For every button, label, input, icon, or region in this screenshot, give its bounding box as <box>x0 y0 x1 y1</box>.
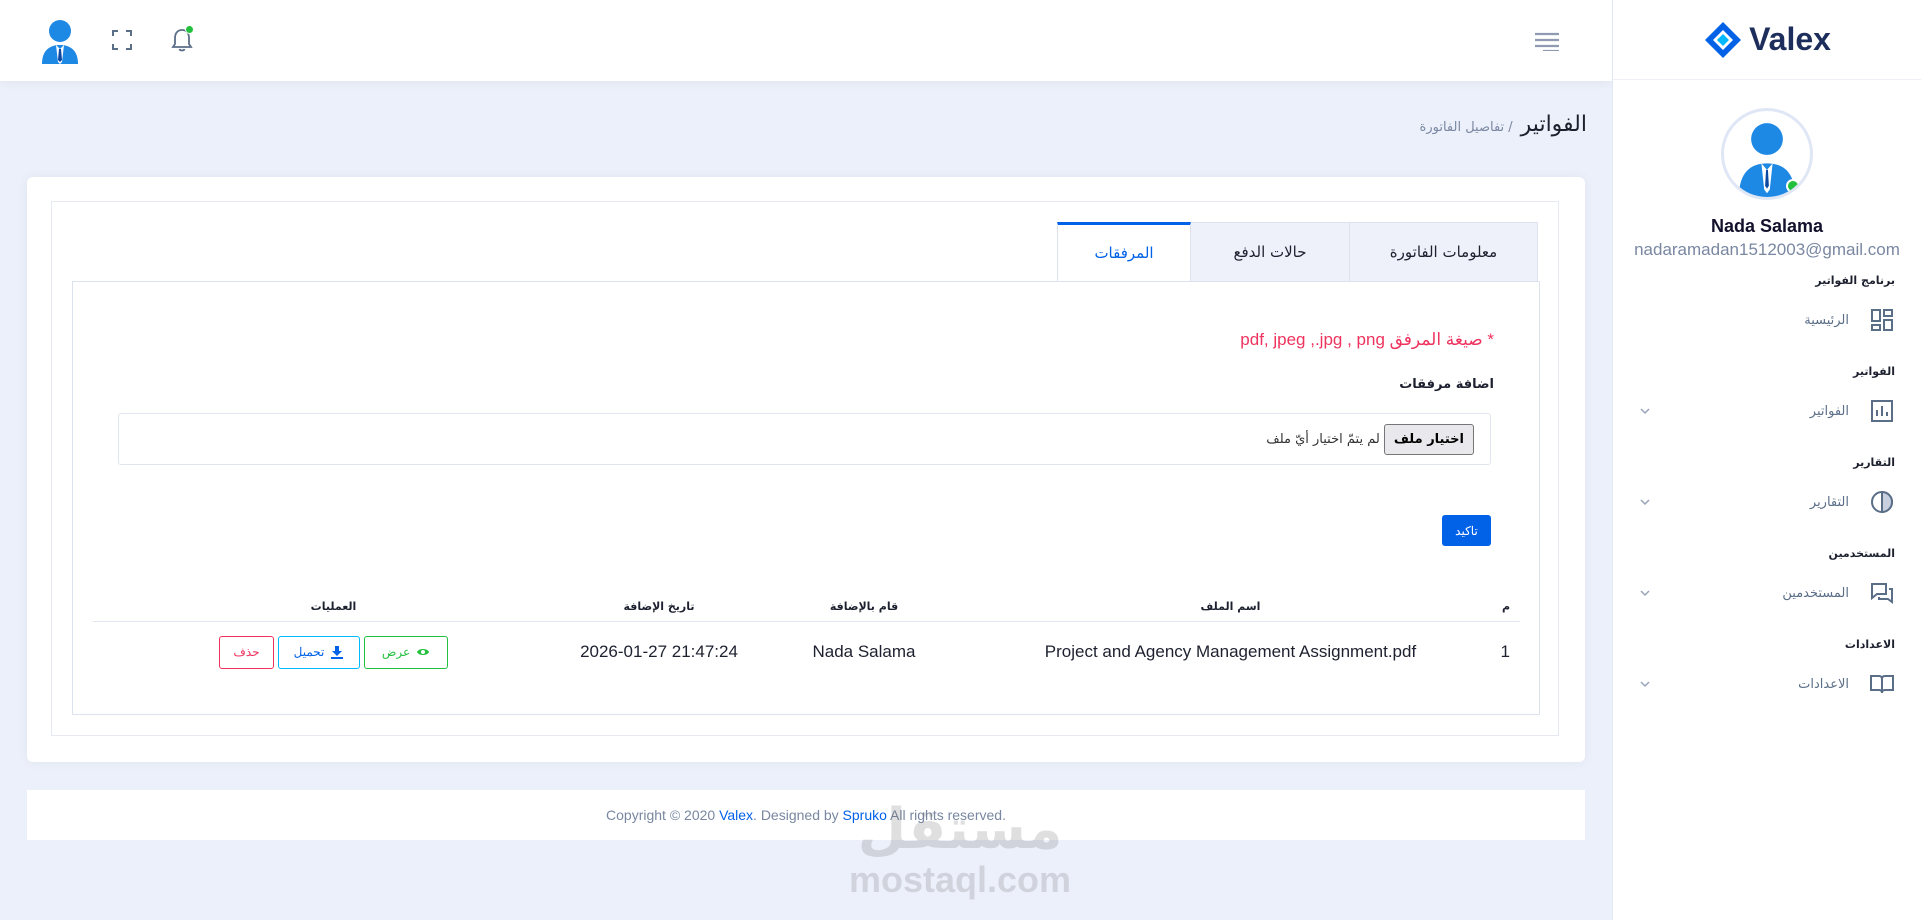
breadcrumb-current: / تفاصيل الفاتورة <box>1419 120 1513 135</box>
breadcrumb: الفواتير / تفاصيل الفاتورة <box>1420 112 1587 137</box>
header-file-name: اسم الملف <box>1200 600 1261 613</box>
row-added-date: 2026-01-27 21:47:24 <box>580 642 738 661</box>
row-file-name: Project and Agency Management Assignment… <box>1044 642 1417 661</box>
sidebar-item-home[interactable]: الرئيسية <box>1613 287 1921 353</box>
sidebar-item-reports[interactable]: التقارير <box>1613 469 1921 535</box>
sidebar-category: المستخدمين <box>1828 547 1895 560</box>
notification-bell-icon[interactable] <box>170 25 194 53</box>
confirm-button[interactable]: تاكيد <box>1442 515 1491 546</box>
sidebar-category: برنامج الفواتير <box>1815 274 1895 287</box>
invoice-details-card: معلومات الفاتورة حالات الدفع المرفقات * … <box>27 177 1585 762</box>
brand-name: Valex <box>1749 21 1831 57</box>
view-label: عرض <box>381 645 411 659</box>
footer-brand-link[interactable]: Valex <box>719 807 753 823</box>
header-index: م <box>1501 600 1510 613</box>
chat-icon <box>1871 583 1893 604</box>
tab-invoice-info[interactable]: معلومات الفاتورة <box>1350 222 1538 282</box>
dashboard-icon <box>1871 309 1893 331</box>
header-added-date: تاريخ الإضافة <box>623 600 695 613</box>
row-actions: عرض تحميل حذف <box>93 635 574 669</box>
footer-prefix: Copyright © 2020 <box>606 807 720 823</box>
profile-avatar[interactable] <box>1721 108 1813 200</box>
delete-button[interactable]: حذف <box>219 635 274 669</box>
brand-logo[interactable]: Valex <box>1613 0 1921 80</box>
menu-toggle-icon[interactable] <box>1533 31 1561 51</box>
page-title[interactable]: الفواتير <box>1521 112 1587 137</box>
download-label: تحميل <box>293 645 325 659</box>
choose-file-button[interactable]: اختيار ملف <box>1383 423 1474 455</box>
pie-chart-icon <box>1871 490 1893 514</box>
footer-mid: . Designed by <box>753 807 843 823</box>
tab-attachments[interactable]: المرفقات <box>1057 222 1191 282</box>
fullscreen-icon[interactable] <box>111 29 133 51</box>
bar-chart-icon <box>1871 400 1893 422</box>
view-button[interactable]: عرض <box>364 635 448 669</box>
sidebar: Valex Nada Salama nadaramadan1512003@gma… <box>1612 0 1921 920</box>
sidebar-item-label: الاعدادات <box>1798 676 1849 692</box>
top-header <box>0 0 1612 81</box>
eye-icon <box>417 649 430 655</box>
user-avatar-icon[interactable] <box>36 16 84 64</box>
file-status-text: لم يتمّ اختيار أيّ ملف <box>1266 431 1380 447</box>
sidebar-menu: برنامج الفواتير الرئيسية الفواتير الفوات… <box>1613 274 1921 717</box>
attachment-format-note: * صيغة المرفق pdf, jpeg ,.jpg , png <box>1240 330 1494 349</box>
tab-payment-status[interactable]: حالات الدفع <box>1191 222 1350 282</box>
sidebar-item-settings[interactable]: الاعدادات <box>1613 651 1921 717</box>
profile-email: nadaramadan1512003@gmail.com <box>1634 240 1900 259</box>
profile-name: Nada Salama <box>1710 216 1824 236</box>
table-header: م اسم الملف قام بالإضافة تاريخ الإضافة ا… <box>93 592 1520 622</box>
footer: Copyright © 2020 Valex . Designed by Spr… <box>27 790 1585 840</box>
online-status-dot <box>1786 179 1800 193</box>
card-inner: معلومات الفاتورة حالات الدفع المرفقات * … <box>51 201 1559 736</box>
row-added-by: Nada Salama <box>812 642 916 661</box>
chevron-down-icon <box>1640 499 1650 506</box>
delete-label: حذف <box>233 645 260 659</box>
download-icon <box>331 646 344 659</box>
table-row: 1 Project and Agency Management Assignme… <box>93 622 1520 682</box>
watermark: مستقل mostaql.com <box>840 800 1080 900</box>
valex-logo-icon <box>1705 21 1742 58</box>
sidebar-item-label: الفواتير <box>1809 403 1849 419</box>
attachments-table: م اسم الملف قام بالإضافة تاريخ الإضافة ا… <box>93 592 1520 682</box>
sidebar-category: الاعدادات <box>1844 638 1895 651</box>
add-attachments-label: اضافة مرفقات <box>1399 377 1494 392</box>
row-index: 1 <box>1500 642 1510 661</box>
chevron-down-icon <box>1640 681 1650 688</box>
header-added-by: قام بالإضافة <box>829 600 899 613</box>
sidebar-item-invoices[interactable]: الفواتير <box>1613 378 1921 444</box>
sidebar-item-label: الرئيسية <box>1804 312 1849 328</box>
watermark-arabic: مستقل <box>857 797 1063 862</box>
file-input[interactable]: اختيار ملف لم يتمّ اختيار أيّ ملف <box>118 413 1491 465</box>
chevron-down-icon <box>1640 408 1650 415</box>
sidebar-item-label: التقارير <box>1809 494 1849 510</box>
download-button[interactable]: تحميل <box>278 635 360 669</box>
tab-bar: معلومات الفاتورة حالات الدفع المرفقات <box>1057 222 1538 282</box>
sidebar-category: التقارير <box>1853 456 1895 469</box>
header-actions: العمليات <box>310 600 357 613</box>
watermark-latin: mostaql.com <box>848 859 1072 900</box>
sidebar-category: الفواتير <box>1853 365 1895 378</box>
chevron-down-icon <box>1640 590 1650 597</box>
sidebar-item-users[interactable]: المستخدمين <box>1613 560 1921 626</box>
attachments-panel: * صيغة المرفق pdf, jpeg ,.jpg , png اضاف… <box>72 281 1540 715</box>
notification-dot <box>185 25 194 34</box>
book-icon <box>1870 675 1894 694</box>
user-profile: Nada Salama nadaramadan1512003@gmail.com <box>1613 80 1921 260</box>
sidebar-item-label: المستخدمين <box>1782 585 1849 601</box>
